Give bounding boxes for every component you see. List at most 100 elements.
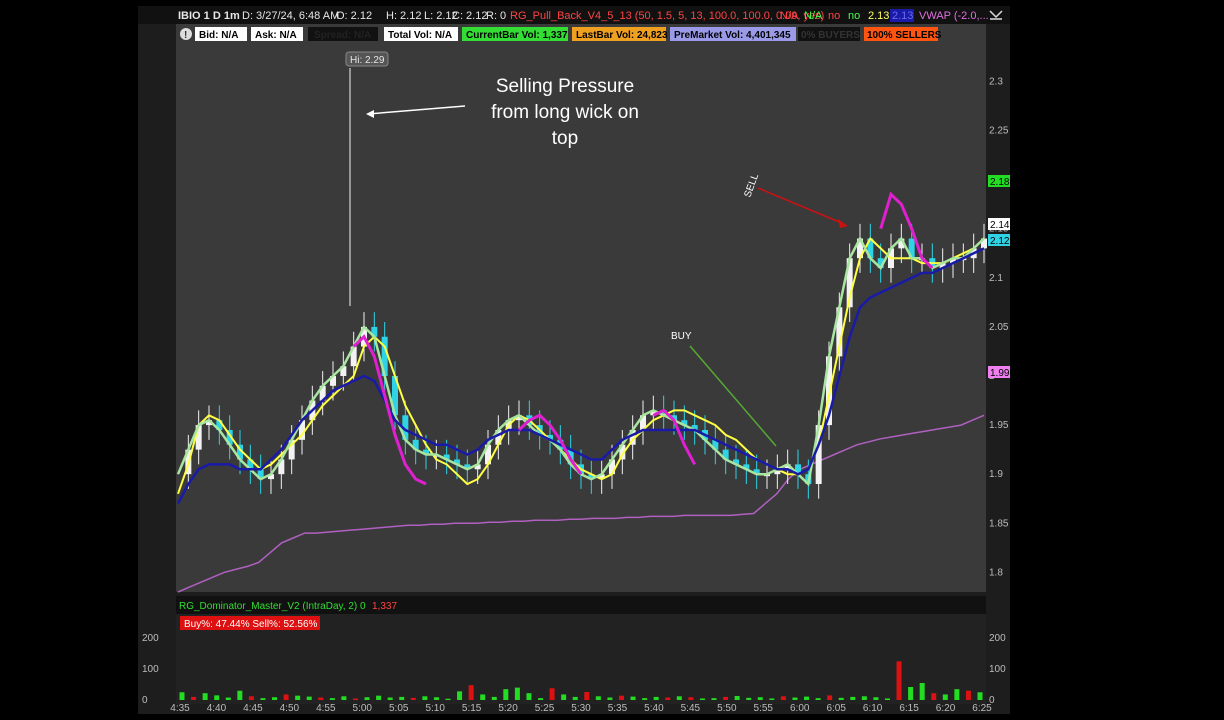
volume-bar bbox=[676, 696, 682, 700]
total-vol-label: Total Vol: N/A bbox=[388, 30, 452, 41]
volume-bar bbox=[665, 697, 671, 700]
time-tick-label: 6:00 bbox=[790, 703, 810, 714]
volume-tick-right: 200 bbox=[989, 633, 1006, 644]
volume-bar bbox=[561, 694, 567, 700]
volume-bar bbox=[433, 697, 439, 700]
chart-window: IBIO 1 D 1m D: 3/27/24, 6:48 AM O: 2.12 … bbox=[138, 6, 1010, 714]
volume-bar bbox=[248, 696, 254, 700]
volume-bar bbox=[780, 696, 786, 700]
price-tick-label: 2.1 bbox=[989, 273, 1003, 284]
volume-bar bbox=[815, 698, 821, 700]
volume-bar bbox=[503, 689, 509, 700]
buyers-label: 0% BUYERS bbox=[801, 30, 860, 41]
time-tick-label: 5:20 bbox=[498, 703, 518, 714]
volume-bar bbox=[699, 698, 705, 700]
volume-bar bbox=[977, 692, 983, 700]
current-bar-vol-label: CurrentBar Vol: 1,337 bbox=[466, 30, 568, 41]
price-tick-label: 1.85 bbox=[989, 518, 1009, 529]
range-label: R: 0 bbox=[486, 10, 506, 22]
volume-bar bbox=[642, 698, 648, 700]
open-label: O: 2.12 bbox=[336, 10, 372, 22]
high-label: H: 2.12 bbox=[386, 10, 421, 22]
volume-bar bbox=[549, 688, 555, 700]
time-tick-label: 5:25 bbox=[535, 703, 555, 714]
volume-bar bbox=[630, 696, 636, 700]
lower-study-label[interactable]: RG_Dominator_Master_V2 (IntraDay, 2) bbox=[179, 601, 357, 612]
badge-pink: 1.99 bbox=[990, 368, 1010, 379]
time-tick-label: 6:10 bbox=[863, 703, 883, 714]
close-label: C: 2.12 bbox=[452, 10, 487, 22]
volume-bar bbox=[607, 697, 613, 700]
volume-bar bbox=[480, 694, 486, 700]
volume-bar bbox=[838, 697, 844, 700]
volume-bar bbox=[526, 693, 532, 700]
ask-label: Ask: N/A bbox=[255, 30, 297, 41]
volume-bar bbox=[711, 698, 717, 700]
premarket-vol-label: PreMarket Vol: 4,401,345 bbox=[674, 30, 791, 41]
volume-bar bbox=[908, 687, 914, 700]
vwap-label[interactable]: VWAP (-2.0,... bbox=[919, 10, 989, 22]
volume-bar bbox=[457, 691, 463, 700]
volume-bar bbox=[237, 690, 243, 700]
time-tick-label: 5:00 bbox=[353, 703, 373, 714]
volume-bar bbox=[272, 697, 278, 700]
time-tick-label: 6:25 bbox=[972, 703, 992, 714]
volume-bar bbox=[746, 697, 752, 700]
note-line-1: Selling Pressure bbox=[496, 76, 634, 97]
datetime-label: D: 3/27/24, 6:48 AM bbox=[242, 10, 339, 22]
volume-bar bbox=[295, 695, 301, 700]
volume-bar bbox=[538, 698, 544, 700]
volume-bar bbox=[179, 692, 185, 700]
hi-label: Hi: 2.29 bbox=[350, 55, 385, 66]
volume-bar bbox=[202, 693, 208, 700]
volume-bar bbox=[364, 697, 370, 700]
time-tick-label: 6:05 bbox=[826, 703, 846, 714]
volume-bar bbox=[376, 695, 382, 700]
time-tick-label: 5:10 bbox=[425, 703, 445, 714]
volume-bar bbox=[341, 696, 347, 700]
badge-green: 2.18 bbox=[990, 177, 1010, 188]
price-tick-label: 1.95 bbox=[989, 420, 1009, 431]
volume-bar bbox=[861, 696, 867, 700]
volume-bar bbox=[422, 696, 428, 700]
price-tick-label: 2.05 bbox=[989, 322, 1009, 333]
time-tick-label: 5:45 bbox=[681, 703, 701, 714]
volume-tick-left: 200 bbox=[142, 633, 159, 644]
study-label[interactable]: RG_Pull_Back_V4_5_13 (50, 1.5, 5, 13, 10… bbox=[510, 10, 824, 22]
volume-bar bbox=[954, 689, 960, 700]
volume-bar bbox=[653, 696, 659, 700]
time-tick-label: 4:40 bbox=[207, 703, 227, 714]
price-tick-label: 1.8 bbox=[989, 567, 1003, 578]
badge-white: 2.14 bbox=[990, 220, 1010, 231]
volume-bar bbox=[225, 697, 231, 700]
volume-bar bbox=[942, 694, 948, 700]
alert-glyph: ! bbox=[184, 30, 187, 41]
labels-bar: ! Bid: N/A Ask: N/A Spread: N/A Total Vo… bbox=[180, 27, 942, 41]
volume-tick-left: 100 bbox=[142, 664, 159, 675]
price-axis[interactable] bbox=[986, 24, 1010, 592]
time-tick-label: 5:35 bbox=[608, 703, 628, 714]
time-tick-label: 5:30 bbox=[571, 703, 591, 714]
status-4: no bbox=[848, 10, 860, 22]
volume-bar bbox=[931, 693, 937, 700]
time-tick-label: 4:55 bbox=[316, 703, 336, 714]
time-tick-label: 4:35 bbox=[170, 703, 190, 714]
status-1: N/A bbox=[780, 10, 799, 22]
volume-bar bbox=[318, 697, 324, 700]
volume-bar bbox=[965, 690, 971, 700]
sellers-label: 100% SELLERS bbox=[867, 30, 942, 41]
volume-bar bbox=[260, 698, 266, 700]
volume-bar bbox=[595, 696, 601, 700]
volume-bar bbox=[896, 661, 902, 700]
time-tick-label: 5:15 bbox=[462, 703, 482, 714]
time-tick-label: 5:50 bbox=[717, 703, 737, 714]
volume-bar bbox=[399, 696, 405, 700]
volume-bar bbox=[919, 683, 925, 700]
volume-bar bbox=[873, 697, 879, 700]
volume-bar bbox=[572, 696, 578, 700]
volume-bar bbox=[352, 698, 358, 700]
chart-canvas[interactable]: IBIO 1 D 1m D: 3/27/24, 6:48 AM O: 2.12 … bbox=[138, 6, 1010, 714]
symbol-label: IBIO 1 D 1m bbox=[178, 10, 240, 22]
last-bar-vol-label: LastBar Vol: 24,823 bbox=[576, 30, 668, 41]
volume-bar bbox=[804, 696, 810, 700]
